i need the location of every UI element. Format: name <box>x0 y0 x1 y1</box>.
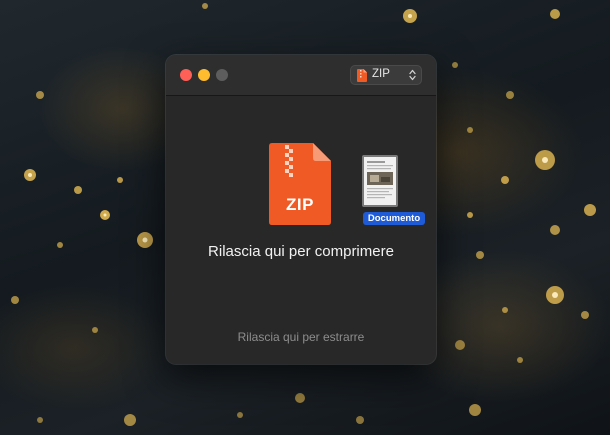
extract-drop-zone[interactable]: Rilascia qui per estrarre <box>166 330 436 344</box>
title-bar[interactable]: ZIP <box>166 55 436 96</box>
zip-file-icon <box>357 69 367 82</box>
compress-drop-zone[interactable]: Rilascia qui per comprimere <box>166 243 436 260</box>
chevron-up-down-icon <box>409 69 416 81</box>
document-name-badge: Documento <box>363 212 425 225</box>
format-select[interactable]: ZIP <box>350 65 422 85</box>
zip-archive-label: ZIP <box>286 195 314 214</box>
minimize-button[interactable] <box>198 69 210 81</box>
zoom-button <box>216 69 228 81</box>
desktop: ZIP ZIP Documento Rilascia qui per compr… <box>0 0 610 435</box>
archive-utility-window: ZIP ZIP Documento Rilascia qui per compr… <box>166 55 436 364</box>
close-button[interactable] <box>180 69 192 81</box>
format-select-value: ZIP <box>372 68 390 80</box>
document-thumbnail[interactable] <box>362 155 398 207</box>
